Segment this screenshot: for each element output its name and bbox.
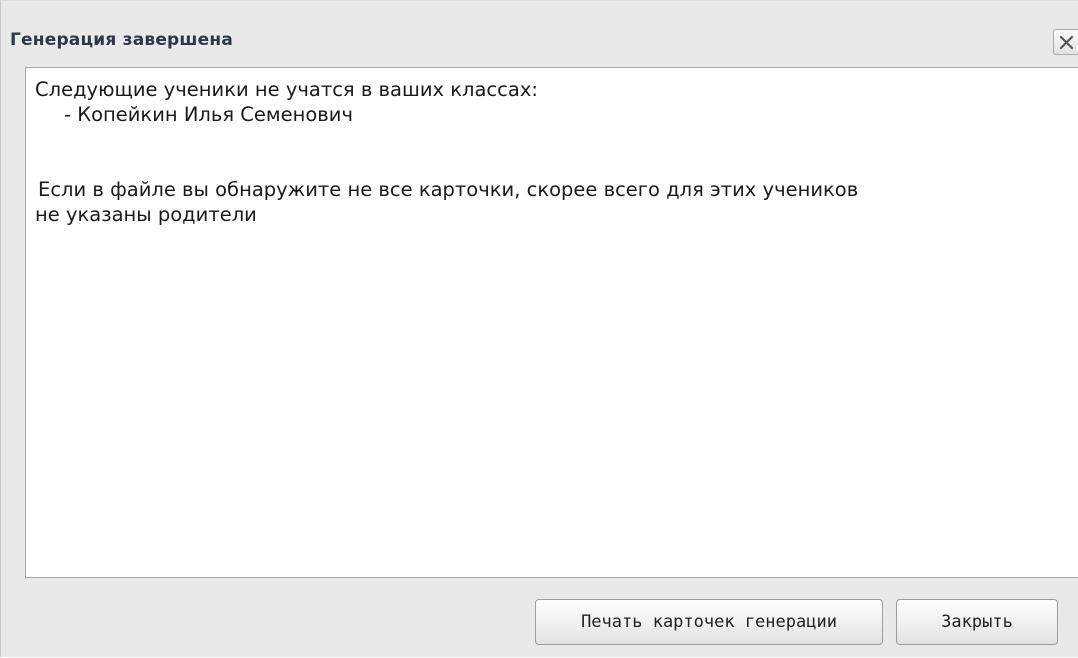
message-line-intro: Следующие ученики не учатся в ваших клас… [35, 78, 538, 101]
message-panel: Следующие ученики не учатся в ваших клас… [25, 67, 1078, 578]
dialog-footer: Печать карточек генерации Закрыть [25, 578, 1078, 658]
dialog-titlebar[interactable]: Генерация завершена [1, 1, 1078, 67]
message-line-student: - Копейкин Илья Семенович [64, 103, 353, 126]
message-line-note-continued: не указаны родители [35, 203, 257, 226]
print-generation-cards-button[interactable]: Печать карточек генерации [535, 599, 883, 645]
close-window-button[interactable] [1053, 29, 1078, 55]
generation-complete-dialog: Генерация завершена Следующие ученики не… [0, 0, 1078, 657]
message-line-note: Если в файле вы обнаружите не все карточ… [38, 178, 859, 201]
close-button[interactable]: Закрыть [896, 599, 1058, 645]
close-x-icon [1059, 35, 1074, 50]
dialog-title: Генерация завершена [10, 30, 234, 50]
